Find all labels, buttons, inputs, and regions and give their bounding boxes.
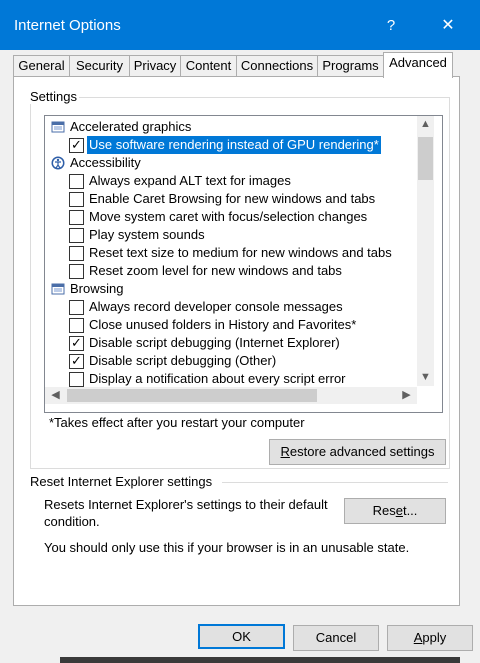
settings-checkbox-row[interactable]: Reset text size to medium for new window… — [45, 244, 417, 262]
settings-group-label-text: Accelerated graphics — [70, 119, 192, 134]
apply-button[interactable]: Apply — [387, 625, 473, 651]
checkmark-icon: ✓ — [71, 137, 82, 152]
checkbox-unchecked[interactable] — [69, 210, 84, 225]
reset-group-divider — [222, 482, 448, 483]
title-bar[interactable]: Internet Options ? ✕ — [0, 0, 480, 50]
restore-mnemonic: R — [280, 444, 290, 459]
checkmark-icon: ✓ — [71, 335, 82, 350]
checkmark-icon: ✓ — [71, 353, 82, 368]
apply-label: pply — [422, 630, 447, 645]
accessibility-icon — [51, 156, 65, 170]
checkbox-unchecked[interactable] — [69, 264, 84, 279]
settings-checkbox-row[interactable]: Always expand ALT text for images — [45, 172, 417, 190]
checkbox-checked[interactable]: ✓ — [69, 137, 84, 153]
reset-label-pre: Res — [372, 503, 396, 518]
scroll-left-icon[interactable]: ◀ — [47, 387, 64, 404]
help-button[interactable]: ? — [376, 12, 406, 40]
settings-checkbox-row[interactable]: ✓ Disable script debugging (Other) — [45, 352, 417, 370]
setting-label: Enable Caret Browsing for new windows an… — [89, 191, 376, 206]
reset-description-line1: Resets Internet Explorer's settings to t… — [44, 497, 328, 512]
restore-advanced-settings-button[interactable]: Restore advanced settings — [269, 439, 446, 465]
scroll-right-icon[interactable]: ▶ — [398, 387, 415, 404]
setting-label: Use software rendering instead of GPU re… — [87, 136, 381, 154]
setting-label: Always expand ALT text for images — [89, 173, 291, 188]
reset-button[interactable]: Reset... — [344, 498, 446, 524]
background-strip — [60, 657, 460, 663]
tab-programs[interactable]: Programs — [317, 55, 384, 77]
setting-label: Always record developer console messages — [89, 299, 343, 314]
settings-checkbox-row[interactable]: Close unused folders in History and Favo… — [45, 316, 417, 334]
settings-checkbox-row[interactable]: Enable Caret Browsing for new windows an… — [45, 190, 417, 208]
setting-label: Disable script debugging (Internet Explo… — [89, 335, 340, 350]
setting-label: Move system caret with focus/selection c… — [89, 209, 368, 224]
tab-connections[interactable]: Connections — [236, 55, 318, 77]
reset-warning: You should only use this if your browser… — [44, 540, 410, 555]
close-button[interactable]: ✕ — [433, 12, 463, 40]
tab-content[interactable]: Content — [180, 55, 237, 77]
restore-label: estore advanced settings — [289, 444, 435, 459]
tab-security[interactable]: Security — [69, 55, 130, 77]
scroll-down-icon[interactable]: ▼ — [417, 369, 434, 386]
horizontal-scroll-thumb[interactable] — [67, 389, 317, 402]
settings-checkbox-row[interactable]: Always record developer console messages — [45, 298, 417, 316]
settings-checkbox-row[interactable]: Play system sounds — [45, 226, 417, 244]
reset-description-line2: condition. — [44, 514, 100, 529]
checkbox-unchecked[interactable] — [69, 228, 84, 243]
window-title: Internet Options — [14, 17, 121, 34]
checkbox-checked[interactable]: ✓ — [69, 335, 84, 351]
settings-checkbox-row[interactable]: Move system caret with focus/selection c… — [45, 208, 417, 226]
setting-label: Reset zoom level for new windows and tab… — [89, 263, 342, 278]
reset-group-label: Reset Internet Explorer settings — [30, 474, 217, 489]
settings-group-label: Settings — [28, 89, 79, 104]
restart-note: *Takes effect after you restart your com… — [49, 415, 305, 430]
checkbox-unchecked[interactable] — [69, 246, 84, 261]
vertical-scroll-thumb[interactable] — [418, 137, 433, 180]
checkbox-unchecked[interactable] — [69, 318, 84, 333]
checkbox-unchecked[interactable] — [69, 372, 84, 387]
scroll-up-icon[interactable]: ▲ — [417, 116, 434, 133]
setting-label: Display a notification about every scrip… — [89, 371, 346, 386]
setting-label: Close unused folders in History and Favo… — [89, 317, 357, 332]
checkbox-unchecked[interactable] — [69, 174, 84, 189]
settings-checkbox-row[interactable]: ✓ Disable script debugging (Internet Expl… — [45, 334, 417, 352]
settings-group-label-text: Accessibility — [70, 155, 141, 170]
setting-label: Play system sounds — [89, 227, 205, 242]
checkbox-checked[interactable]: ✓ — [69, 353, 84, 369]
settings-group-label-text: Browsing — [70, 281, 124, 296]
setting-label: Disable script debugging (Other) — [89, 353, 277, 368]
settings-tree-list[interactable]: Accelerated graphics ✓ Use software render… — [44, 115, 443, 413]
settings-checkbox-row[interactable]: Display a notification about every scrip… — [45, 370, 417, 388]
checkbox-unchecked[interactable] — [69, 192, 84, 207]
cancel-button[interactable]: Cancel — [293, 625, 379, 651]
settings-checkbox-row[interactable]: Reset zoom level for new windows and tab… — [45, 262, 417, 280]
setting-label: Reset text size to medium for new window… — [89, 245, 392, 260]
tab-general[interactable]: General — [13, 55, 70, 77]
settings-group-row[interactable]: Browsing — [45, 280, 417, 298]
folder-icon — [51, 120, 65, 134]
tab-privacy[interactable]: Privacy — [129, 55, 181, 77]
settings-group-row[interactable]: Accessibility — [45, 154, 417, 172]
settings-group-row[interactable]: Accelerated graphics — [45, 118, 417, 136]
ok-button[interactable]: OK — [198, 624, 285, 649]
folder-icon — [51, 282, 65, 296]
checkbox-unchecked[interactable] — [69, 300, 84, 315]
reset-mnemonic: e — [395, 503, 403, 518]
tab-advanced[interactable]: Advanced — [383, 52, 453, 78]
settings-checkbox-row[interactable]: ✓ Use software rendering instead of GPU r… — [45, 136, 417, 154]
reset-label-post: t... — [402, 503, 418, 518]
